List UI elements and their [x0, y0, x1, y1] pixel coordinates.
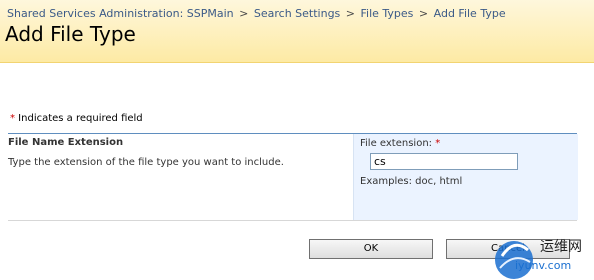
- breadcrumb-separator: >: [239, 7, 249, 20]
- breadcrumb: Shared Services Administration: SSPMain …: [7, 7, 506, 21]
- required-note-text: Indicates a required field: [15, 113, 143, 124]
- required-star: *: [435, 138, 441, 149]
- section-description: Type the extension of the file type you …: [8, 157, 284, 168]
- file-extension-label: File extension: *: [360, 138, 440, 149]
- section-divider-bottom: [8, 220, 577, 221]
- watermark-text-primary: 运维网: [540, 239, 582, 255]
- section-title: File Name Extension: [8, 137, 124, 148]
- breadcrumb-current: Add File Type: [433, 7, 506, 20]
- required-field-note: * Indicates a required field: [10, 113, 143, 124]
- breadcrumb-separator: >: [418, 7, 429, 20]
- file-extension-label-text: File extension:: [360, 138, 436, 149]
- breadcrumb-link-file-types[interactable]: File Types: [361, 7, 414, 20]
- breadcrumb-link-ssp-main[interactable]: Shared Services Administration: SSPMain: [7, 7, 234, 20]
- examples-hint: Examples: doc, html: [360, 176, 463, 187]
- breadcrumb-link-search-settings[interactable]: Search Settings: [254, 7, 340, 20]
- watermark-text-secondary: iyunv.com: [515, 259, 572, 272]
- page-header: Shared Services Administration: SSPMain …: [0, 0, 594, 63]
- page-title: Add File Type: [5, 22, 136, 46]
- file-extension-input[interactable]: [370, 153, 518, 170]
- ok-button[interactable]: OK: [309, 239, 433, 259]
- breadcrumb-separator: >: [345, 7, 355, 20]
